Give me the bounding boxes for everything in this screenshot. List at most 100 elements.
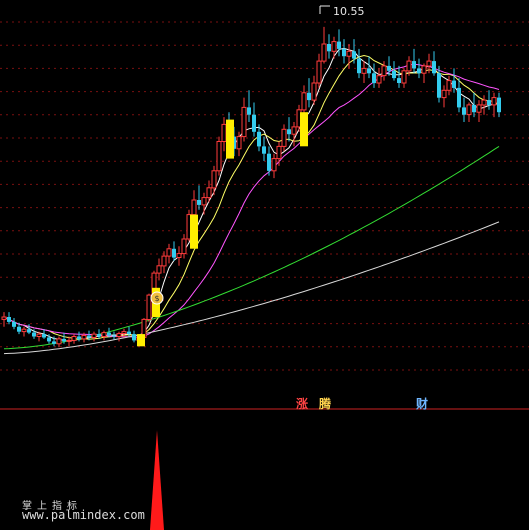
candle-body-up xyxy=(21,328,27,333)
candle-body-down xyxy=(32,332,36,337)
candle-body-up xyxy=(376,75,382,84)
candle-body-down xyxy=(97,334,101,337)
candle-body-up xyxy=(331,41,337,52)
candle-body-down xyxy=(127,331,131,334)
ma10-line xyxy=(3,54,500,340)
candle-body-up xyxy=(421,65,427,74)
candle-body-up xyxy=(276,145,282,160)
candle-body-down xyxy=(462,107,466,115)
signal-label-teng: 腾 xyxy=(319,397,332,411)
indicator-panel xyxy=(150,430,164,530)
candle-body-up xyxy=(146,294,152,321)
ma5-line xyxy=(3,47,499,342)
candle-body-up xyxy=(321,43,327,62)
candle-body-down xyxy=(112,335,116,337)
candle-body-up xyxy=(181,238,187,255)
candle-body-up xyxy=(381,65,387,77)
candle-body-down xyxy=(257,131,261,147)
candle-body-down xyxy=(452,80,456,88)
candle-body-down xyxy=(172,248,176,258)
candle-body-down xyxy=(247,107,251,115)
candle-body-up xyxy=(291,126,297,135)
candle-body-up xyxy=(161,255,167,267)
icons: $ xyxy=(150,5,330,305)
candle-body-down xyxy=(252,114,256,132)
candle-body-up xyxy=(121,331,127,335)
candle-body-up xyxy=(166,248,172,257)
signal-label-zhang: 涨 xyxy=(296,397,309,411)
candle-body-down xyxy=(262,146,266,154)
candle-body-down xyxy=(472,104,476,113)
highlight-bar xyxy=(226,119,234,159)
candle-body-down xyxy=(77,336,81,339)
candle-body-down xyxy=(197,200,201,205)
candlestick-chart: $ xyxy=(0,5,529,530)
candle-body-up xyxy=(441,89,447,99)
candle-body-down xyxy=(357,58,361,74)
candle-body-up xyxy=(201,197,207,206)
highlight-bar xyxy=(300,112,308,147)
candle-body-up xyxy=(406,60,412,72)
candle-body-up xyxy=(271,158,277,172)
candle-body-up xyxy=(476,104,482,113)
signal-spike xyxy=(150,430,164,530)
candle-body-up xyxy=(156,265,162,274)
moving-average-lines xyxy=(3,47,500,355)
candle-body-up xyxy=(216,141,222,172)
candle-body-down xyxy=(487,100,491,105)
candle-body-up xyxy=(241,106,247,138)
highlight-bar xyxy=(137,334,145,347)
candle-body-down xyxy=(397,78,401,83)
candle-body-up xyxy=(36,333,42,338)
candle-body-down xyxy=(417,68,421,74)
candle-body-up xyxy=(176,253,182,259)
candle-body-down xyxy=(352,51,356,59)
candle-body-up xyxy=(56,338,62,345)
candle-body-up xyxy=(91,333,97,339)
watermark-url: www.palmindex.com xyxy=(22,508,145,522)
candle-body-up xyxy=(211,170,217,189)
candle-body-up xyxy=(301,92,307,111)
candle-body-up xyxy=(101,332,107,338)
signal-label-cai: 财 xyxy=(416,397,429,411)
candle-body-down xyxy=(62,338,66,342)
candle-body-down xyxy=(307,92,311,101)
candle-body-down xyxy=(392,70,396,79)
candle-body-up xyxy=(426,60,432,67)
peak-marker-icon xyxy=(319,5,330,14)
ma60-line xyxy=(3,145,500,350)
candle-body-down xyxy=(412,61,416,69)
candle-body-down xyxy=(327,44,331,52)
candle-body-up xyxy=(491,97,497,106)
ma20-line xyxy=(3,63,500,338)
candle-body-down xyxy=(52,341,56,344)
candle-body-up xyxy=(316,60,322,84)
highlight-bar xyxy=(190,214,198,249)
candle-body-down xyxy=(367,68,371,74)
candle-body-down xyxy=(437,73,441,98)
candle-body-down xyxy=(457,87,461,108)
candle-body-down xyxy=(267,153,271,171)
candle-body-up xyxy=(466,104,472,116)
candle-body-up xyxy=(206,187,212,199)
grid-lines xyxy=(0,21,529,410)
candle-body-down xyxy=(132,334,136,341)
candle-body-down xyxy=(27,329,31,333)
candle-body-up xyxy=(236,136,242,150)
candle-body-up xyxy=(1,316,7,320)
candle-body-down xyxy=(432,61,436,74)
candles xyxy=(1,26,501,348)
candle-body-down xyxy=(372,73,376,84)
candle-body-down xyxy=(497,97,501,113)
candle-body-up xyxy=(311,82,317,101)
candle-body-up xyxy=(71,336,77,341)
candle-body-down xyxy=(342,48,346,57)
svg-text:$: $ xyxy=(154,294,159,303)
candle-body-up xyxy=(446,80,452,91)
candle-body-down xyxy=(17,326,21,332)
candle-body-up xyxy=(221,123,227,143)
candle-body-down xyxy=(337,41,341,49)
candle-body-up xyxy=(281,128,287,147)
candle-body-up xyxy=(481,99,487,106)
candle-body-down xyxy=(387,65,391,71)
